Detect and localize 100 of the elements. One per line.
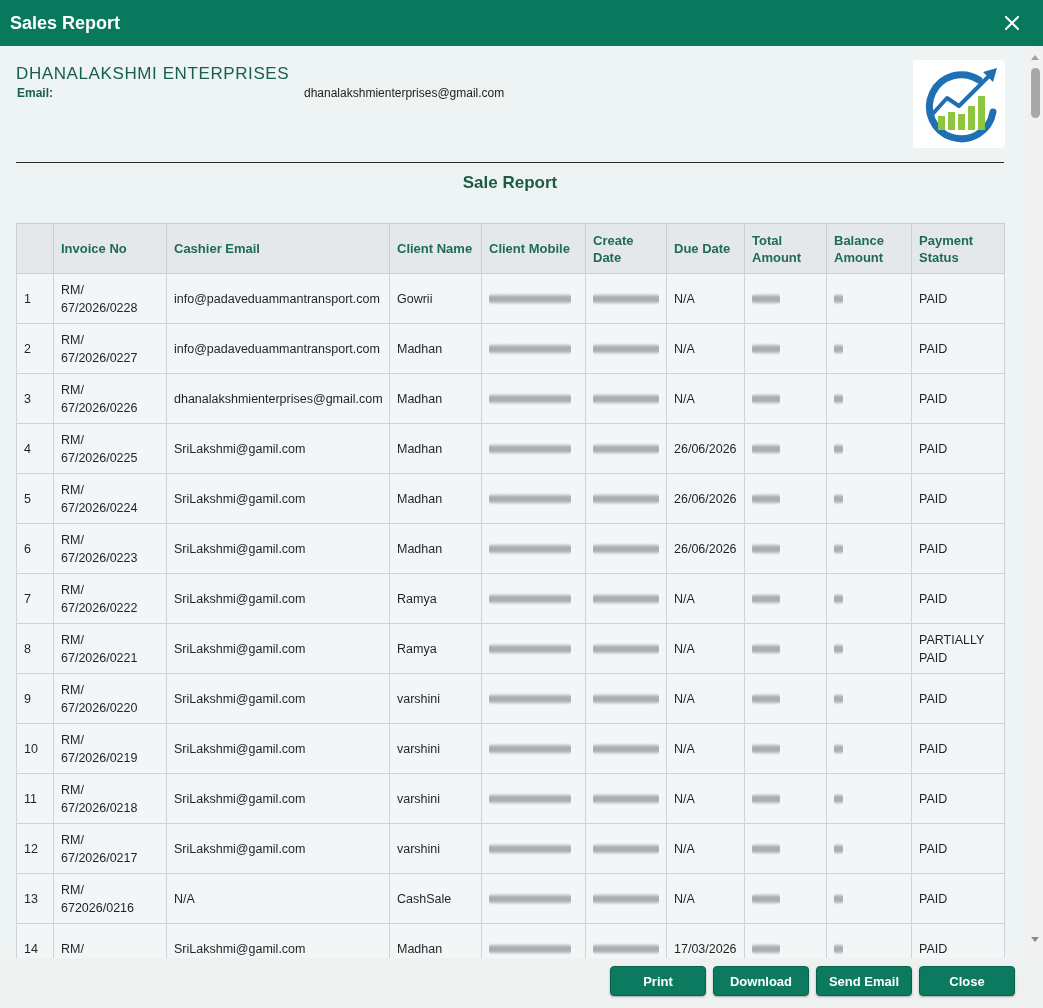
footer-button[interactable]: Close [919,966,1015,996]
close-button[interactable] [1005,16,1019,30]
footer-button[interactable]: Send Email [816,966,912,996]
column-header: Due Date [666,223,745,274]
blurred-text [752,542,780,555]
table-cell: RM/ 67/2026/0226 [53,373,167,424]
table-cell: RM/ 67/2026/0223 [53,523,167,574]
table-cell: RM/ 67/2026/0222 [53,573,167,624]
table-cell: SriLakshmi@gamil.com [166,673,390,724]
blurred-text [752,292,780,305]
blurred-text [834,742,843,755]
column-header: Payment Status [911,223,1005,274]
footer-button[interactable]: Print [610,966,706,996]
table-cell: N/A [666,623,745,674]
table-cell: info@padaveduammantransport.com [166,323,390,374]
blurred-text [834,642,843,655]
blurred-text [593,492,659,505]
blurred-text [834,442,843,455]
blurred-text [593,392,659,405]
blurred-text [593,292,659,305]
table-cell: Madhan [389,323,482,374]
table-cell: PAID [911,473,1005,524]
close-icon [1005,16,1019,30]
blurred-text [593,342,659,355]
column-header: Total Amount [744,223,827,274]
email-label: Email: [16,85,54,101]
table-cell: PAID [911,723,1005,774]
scroll-up-icon[interactable] [1031,55,1039,60]
table-cell: N/A [666,823,745,874]
table-cell: 10 [16,723,54,774]
table-cell: 26/06/2026 [666,473,745,524]
scrollbar-thumb[interactable] [1030,68,1040,118]
table-cell: SriLakshmi@gamil.com [166,473,390,524]
table-cell: PAID [911,523,1005,574]
blurred-text [752,742,780,755]
table-cell: N/A [666,873,745,924]
blurred-text [752,392,780,405]
blurred-text [752,442,780,455]
table-cell: SriLakshmi@gamil.com [166,723,390,774]
blurred-text [834,792,843,805]
table-cell: 6 [16,523,54,574]
table-cell: N/A [166,873,390,924]
table-cell: RM/ 67/2026/0218 [53,773,167,824]
blurred-text [593,592,659,605]
table-cell: CashSale [389,873,482,924]
table-cell: 26/06/2026 [666,423,745,474]
table-cell: SriLakshmi@gamil.com [166,523,390,574]
report-title: Sale Report [461,173,559,193]
blurred-text [834,842,843,855]
blurred-text [593,692,659,705]
table-cell: N/A [666,723,745,774]
blurred-text [752,642,780,655]
table-cell: 13 [16,873,54,924]
blurred-text [834,342,843,355]
footer-button[interactable]: Download [713,966,809,996]
table-cell: Madhan [389,473,482,524]
blurred-text [593,892,659,905]
column-header: Create Date [585,223,667,274]
blurred-text [593,542,659,555]
table-cell: PAID [911,273,1005,324]
table-cell: RM/ 672026/0216 [53,873,167,924]
table-cell: SriLakshmi@gamil.com [166,623,390,674]
email-value: dhanalakshmienterprises@gmail.com [304,85,505,101]
column-header: Cashier Email [166,223,390,274]
table-cell: Madhan [389,373,482,424]
table-cell: PAID [911,573,1005,624]
table-cell: RM/ 67/2026/0220 [53,673,167,724]
blurred-text [752,942,780,955]
blurred-text [834,542,843,555]
table-cell: 8 [16,623,54,674]
scroll-down-icon[interactable] [1031,937,1039,942]
blurred-text [834,942,843,955]
table-cell: RM/ 67/2026/0217 [53,823,167,874]
blurred-text [752,492,780,505]
table-cell: N/A [666,573,745,624]
blurred-text [593,842,659,855]
table-cell: RM/ 67/2026/0225 [53,423,167,474]
column-header: Invoice No [53,223,167,274]
table-cell: 4 [16,423,54,474]
table-cell: PAID [911,823,1005,874]
table-cell: varshini [389,723,482,774]
table-cell: 11 [16,773,54,824]
table-cell: PAID [911,373,1005,424]
table-cell: N/A [666,373,745,424]
blurred-text [593,442,659,455]
table-cell: 2 [16,323,54,374]
table-cell: RM/ 67/2026/0228 [53,273,167,324]
table-cell: 7 [16,573,54,624]
table-cell: RM/ 67/2026/0224 [53,473,167,524]
table-cell: dhanalakshmienterprises@gmail.com [166,373,390,424]
company-name: DHANALAKSHMI ENTERPRISES [16,64,291,84]
table-cell: PAID [911,323,1005,374]
table-cell: RM/ 67/2026/0221 [53,623,167,674]
blurred-text [834,692,843,705]
table-cell: RM/ 67/2026/0219 [53,723,167,774]
table-cell: 1 [16,273,54,324]
blurred-text [752,792,780,805]
table-cell: PAID [911,423,1005,474]
blurred-text [834,292,843,305]
table-cell: Madhan [389,523,482,574]
